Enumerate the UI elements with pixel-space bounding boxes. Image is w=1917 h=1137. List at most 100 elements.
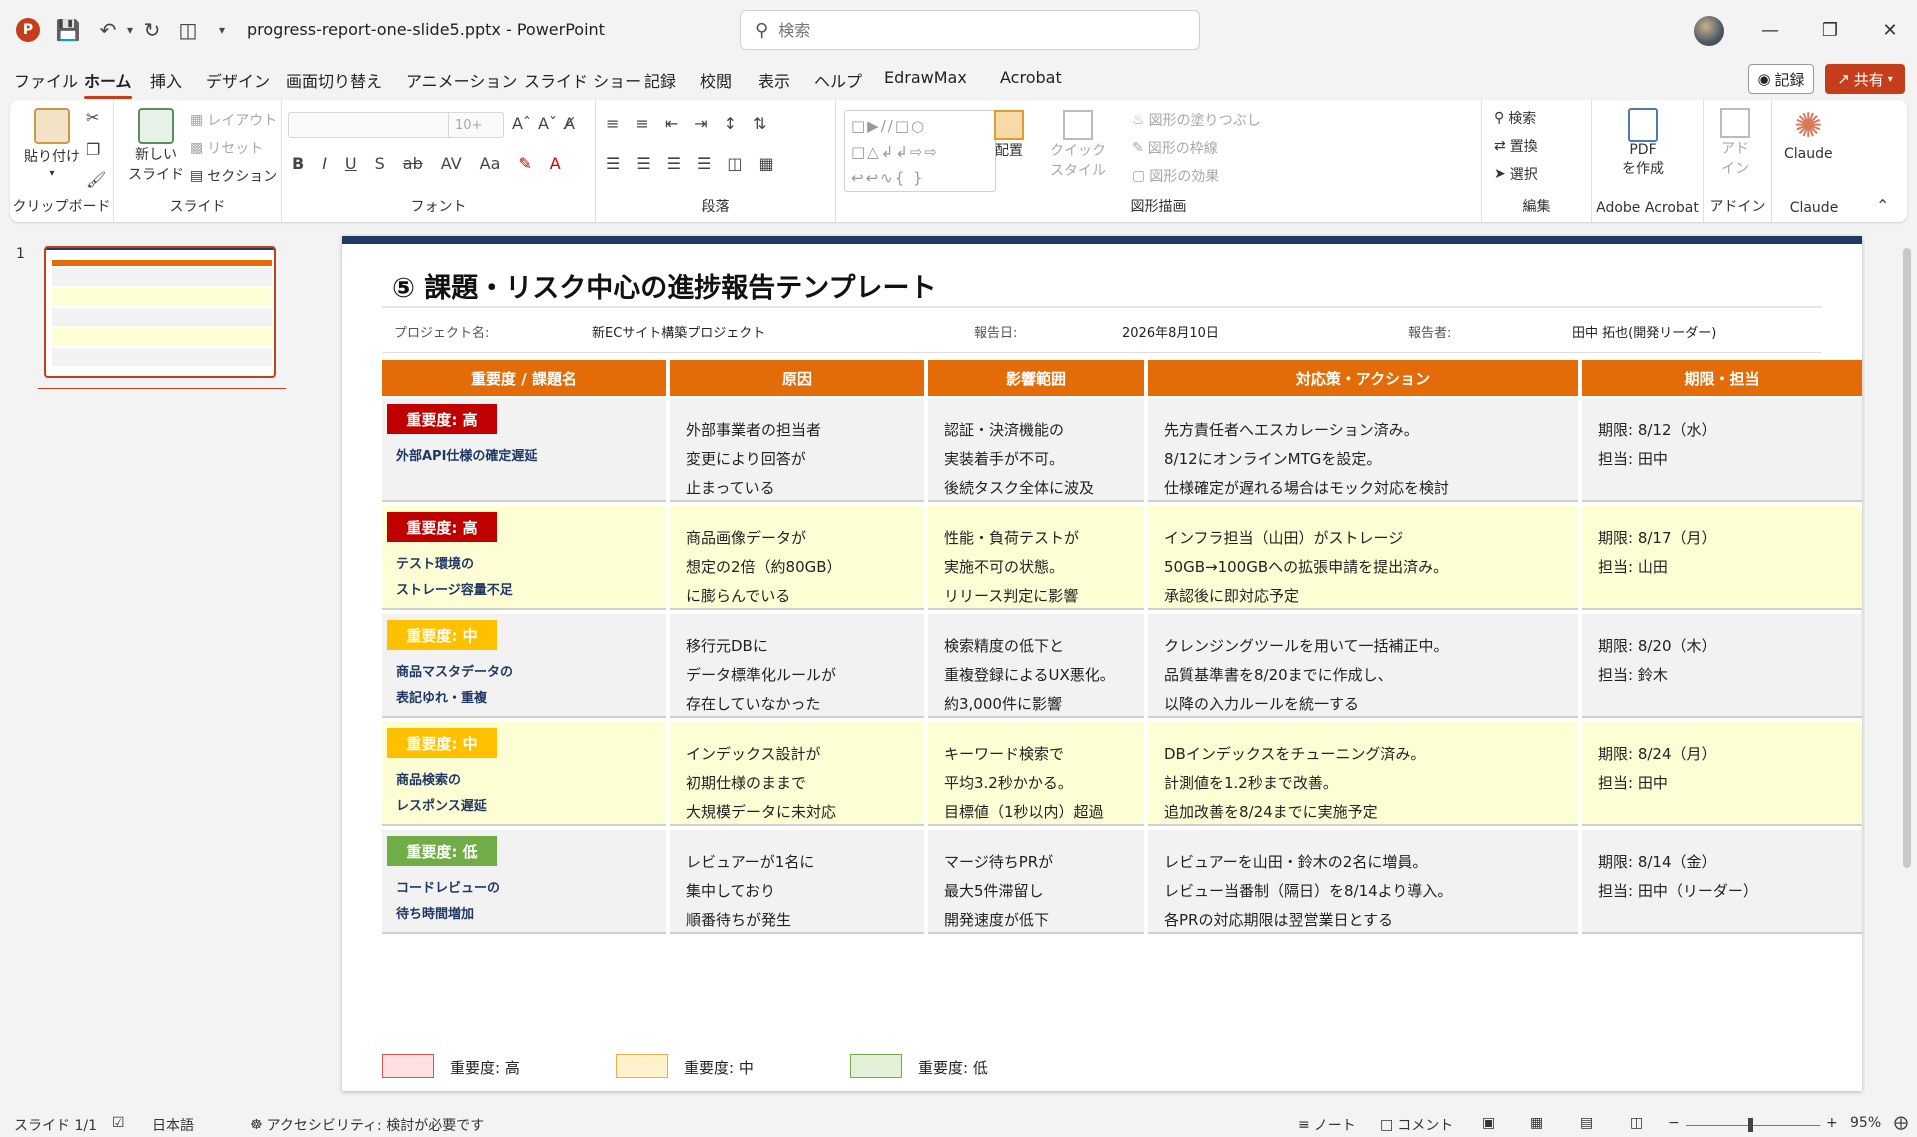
close-icon[interactable]: ✕	[1870, 14, 1910, 46]
text-direction-icon[interactable]: ⇅	[753, 114, 766, 133]
tab-slideshow[interactable]: スライド ショー	[524, 68, 641, 92]
shape-effect-button[interactable]: ▢ 図形の効果	[1132, 166, 1219, 186]
tab-acrobat[interactable]: Acrobat	[1000, 68, 1062, 87]
severity-issue-cell[interactable]: 重要度: 低 コードレビューの 待ち時間増加	[382, 830, 666, 934]
zoom-out-icon[interactable]: −	[1668, 1115, 1680, 1131]
grow-font-icon[interactable]: Aˆ	[512, 114, 531, 133]
deadline-cell[interactable]: 期限: 8/24（月） 担当: 田中	[1582, 722, 1862, 826]
tab-edrawmax[interactable]: EdrawMax	[884, 68, 967, 87]
align-right-icon[interactable]: ☰	[667, 154, 681, 173]
cause-cell[interactable]: 商品画像データが 想定の2倍（約80GB） に膨らんでいる	[670, 506, 924, 610]
strikethrough-icon[interactable]: ab	[403, 154, 423, 173]
record-button[interactable]: ◉ 記録	[1748, 64, 1814, 94]
deadline-cell[interactable]: 期限: 8/20（木） 担当: 鈴木	[1582, 614, 1862, 718]
tab-insert[interactable]: 挿入	[150, 68, 182, 92]
cut-icon[interactable]: ✂	[86, 108, 99, 127]
shape-outline-button[interactable]: ✎ 図形の枠線	[1132, 138, 1218, 158]
action-cell[interactable]: DBインデックスをチューニング済み。 計測値を1.2秒まで改善。 追加改善を8/…	[1148, 722, 1578, 826]
redo-icon[interactable]: ↻	[138, 16, 166, 44]
presentation-icon[interactable]: ◫	[174, 16, 202, 44]
tab-record[interactable]: 記録	[644, 68, 676, 92]
char-spacing-icon[interactable]: AV	[441, 154, 462, 173]
zoom-percent[interactable]: 95%	[1850, 1115, 1881, 1131]
action-cell[interactable]: インフラ担当（山田）がストレージ 50GB→100GBへの拡張申請を提出済み。 …	[1148, 506, 1578, 610]
tab-view[interactable]: 表示	[758, 68, 790, 92]
select-button[interactable]: ➤ 選択	[1494, 164, 1538, 184]
numbering-icon[interactable]: ≡	[635, 114, 648, 133]
comments-button[interactable]: □ コメント	[1380, 1115, 1453, 1135]
tab-review[interactable]: 校閲	[700, 68, 732, 92]
bold-icon[interactable]: B	[292, 154, 304, 173]
save-icon[interactable]: 💾	[54, 16, 82, 44]
share-button[interactable]: ↗ 共有 ▾	[1825, 64, 1905, 94]
paste-button[interactable]: 貼り付け ▾	[24, 108, 80, 179]
addin-button[interactable]: アド イン	[1720, 108, 1750, 178]
shadow-icon[interactable]: S	[375, 154, 385, 173]
impact-cell[interactable]: マージ待ちPRが 最大5件滞留し 開発速度が低下	[928, 830, 1144, 934]
deadline-cell[interactable]: 期限: 8/14（金） 担当: 田中（リーダー）	[1582, 830, 1862, 934]
align-text-icon[interactable]: ▦	[759, 154, 774, 173]
zoom-in-icon[interactable]: +	[1826, 1115, 1838, 1131]
cause-cell[interactable]: 移行元DBに データ標準化ルールが 存在していなかった	[670, 614, 924, 718]
spellcheck-icon[interactable]: ☑	[112, 1115, 125, 1131]
slide-title[interactable]: ⑤ 課題・リスク中心の進捗報告テンプレート	[392, 266, 936, 305]
align-left-icon[interactable]: ☰	[606, 154, 620, 173]
columns-icon[interactable]: ◫	[727, 154, 742, 173]
slideshow-icon[interactable]: ◫	[1630, 1115, 1643, 1131]
cause-cell[interactable]: インデックス設計が 初期仕様のままで 大規模データに未対応	[670, 722, 924, 826]
format-painter-icon[interactable]: 🖌	[86, 170, 106, 189]
restore-icon[interactable]: ❐	[1810, 14, 1850, 46]
slide-thumbnail[interactable]	[44, 246, 276, 378]
increase-indent-icon[interactable]: ⇥	[694, 114, 707, 133]
tab-transitions[interactable]: 画面切り替え	[286, 68, 382, 92]
accessibility-status[interactable]: ☸ アクセシビリティ: 検討が必要です	[250, 1115, 484, 1135]
cause-cell[interactable]: レビュアーが1名に 集中しており 順番待ちが発生	[670, 830, 924, 934]
create-pdf-button[interactable]: PDF を作成	[1622, 108, 1664, 178]
severity-issue-cell[interactable]: 重要度: 中 商品検索の レスポンス遅延	[382, 722, 666, 826]
slide-canvas[interactable]: ⑤ 課題・リスク中心の進捗報告テンプレート プロジェクト名: 新ECサイト構築プ…	[342, 236, 1862, 1091]
tab-help[interactable]: ヘルプ	[814, 68, 862, 92]
justify-icon[interactable]: ☰	[697, 154, 711, 173]
section-button[interactable]: ▤ セクション	[190, 166, 277, 186]
action-cell[interactable]: 先方責任者へエスカレーション済み。 8/12にオンラインMTGを設定。 仕様確定…	[1148, 398, 1578, 502]
copy-icon[interactable]: ❐	[86, 140, 100, 159]
tab-file[interactable]: ファイル	[14, 68, 78, 92]
action-cell[interactable]: クレンジングツールを用いて一括補正中。 品質基準書を8/20までに作成し、 以降…	[1148, 614, 1578, 718]
impact-cell[interactable]: キーワード検索で 平均3.2秒かかる。 目標値（1秒以内）超過	[928, 722, 1144, 826]
new-slide-button[interactable]: 新しい スライド	[128, 108, 184, 184]
avatar[interactable]	[1694, 16, 1724, 46]
font-color-icon[interactable]: A	[550, 154, 561, 173]
impact-cell[interactable]: 性能・負荷テストが 実施不可の状態。 リリース判定に影響	[928, 506, 1144, 610]
fit-slide-icon[interactable]: ⨁	[1894, 1115, 1908, 1131]
claude-button[interactable]: ✺ Claude	[1784, 108, 1833, 162]
tab-design[interactable]: デザイン	[206, 68, 270, 92]
bullets-icon[interactable]: ≡	[606, 114, 619, 133]
shrink-font-icon[interactable]: Aˇ	[538, 114, 557, 133]
reading-view-icon[interactable]: ▤	[1580, 1115, 1593, 1131]
change-case-icon[interactable]: Aa	[480, 154, 501, 173]
shape-fill-button[interactable]: ♨ 図形の塗りつぶし	[1132, 110, 1261, 130]
font-size-box[interactable]: 10+	[448, 112, 504, 138]
tab-home[interactable]: ホーム	[84, 68, 132, 99]
minimize-icon[interactable]: —	[1750, 14, 1790, 46]
deadline-cell[interactable]: 期限: 8/17（月） 担当: 山田	[1582, 506, 1862, 610]
italic-icon[interactable]: I	[322, 154, 327, 173]
search-input[interactable]	[778, 20, 1159, 40]
zoom-slider-knob[interactable]	[1748, 1118, 1753, 1132]
slide-sorter-icon[interactable]: ▦	[1530, 1115, 1543, 1131]
normal-view-icon[interactable]: ▣	[1482, 1115, 1495, 1131]
arrange-button[interactable]: 配置	[994, 110, 1024, 160]
replace-button[interactable]: ⇄ 置換	[1494, 136, 1538, 156]
line-spacing-icon[interactable]: ↕	[724, 114, 737, 133]
quick-style-button[interactable]: クイック スタイル	[1050, 110, 1106, 180]
align-center-icon[interactable]: ☰	[636, 154, 650, 173]
underline-icon[interactable]: U	[345, 154, 357, 173]
collapse-ribbon-icon[interactable]: ⌃	[1876, 196, 1889, 215]
clear-format-icon[interactable]: A̸	[564, 114, 575, 133]
severity-issue-cell[interactable]: 重要度: 高 外部API仕様の確定遅延	[382, 398, 666, 502]
action-cell[interactable]: レビュアーを山田・鈴木の2名に増員。 レビュー当番制（隔日）を8/14より導入。…	[1148, 830, 1578, 934]
impact-cell[interactable]: 認証・決済機能の 実装着手が不可。 後続タスク全体に波及	[928, 398, 1144, 502]
severity-issue-cell[interactable]: 重要度: 高 テスト環境の ストレージ容量不足	[382, 506, 666, 610]
deadline-cell[interactable]: 期限: 8/12（水） 担当: 田中	[1582, 398, 1862, 502]
vertical-scrollbar[interactable]	[1900, 236, 1914, 1086]
